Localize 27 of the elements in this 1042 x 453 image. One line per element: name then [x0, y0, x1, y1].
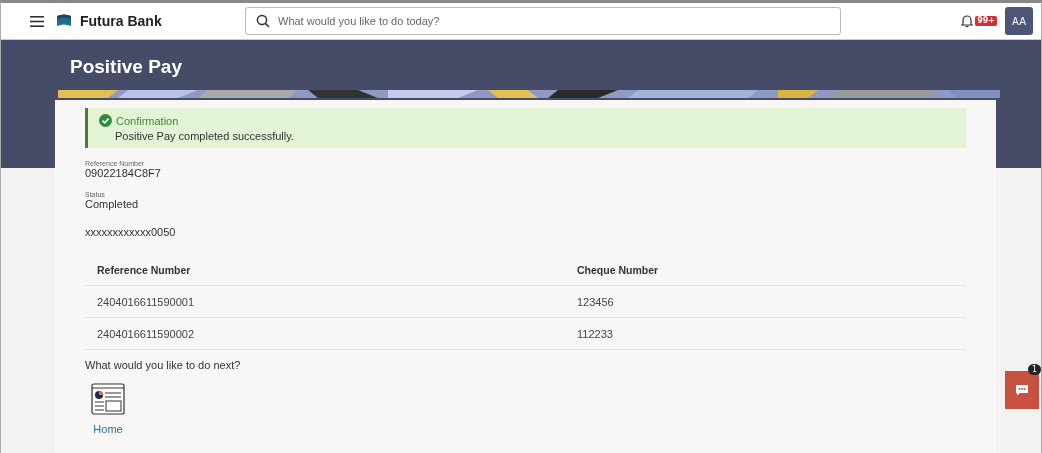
- field-value: Completed: [85, 198, 140, 210]
- dashboard-icon[interactable]: [91, 383, 125, 415]
- next-prompt: What would you like to do next?: [85, 359, 242, 371]
- confirmation-title: Confirmation: [116, 114, 179, 127]
- brand-name: Futura Bank: [80, 13, 162, 29]
- table-cell-text: 2404016611590001: [96, 295, 196, 308]
- bell-icon[interactable]: [961, 14, 974, 28]
- table-cell-text: 2404016611590002: [96, 327, 196, 340]
- menu-icon[interactable]: [30, 15, 44, 27]
- chat-badge: 1: [1027, 364, 1041, 375]
- search-field[interactable]: What would you like to do today?: [245, 7, 841, 35]
- confirmation-message: Positive Pay completed successfully.: [115, 130, 295, 142]
- page-title: Positive Pay: [69, 55, 183, 79]
- table-cell: 123456: [577, 295, 614, 308]
- search-icon: [256, 14, 270, 28]
- chat-button[interactable]: [1005, 371, 1039, 409]
- check-circle-icon: [99, 114, 112, 127]
- column-header: Cheque Number: [577, 263, 659, 276]
- home-link[interactable]: Home: [93, 423, 123, 435]
- account-number: xxxxxxxxxxxx0050: [85, 226, 177, 238]
- user-avatar[interactable]: AA: [1005, 7, 1033, 35]
- chat-icon: [1015, 384, 1029, 396]
- column-header: Reference Number: [96, 263, 192, 276]
- notification-badge: 99+: [975, 16, 997, 26]
- table-cell: 112233: [577, 327, 613, 340]
- logo-icon: [56, 14, 72, 28]
- field-value: 09022184C8F7: [85, 167, 162, 179]
